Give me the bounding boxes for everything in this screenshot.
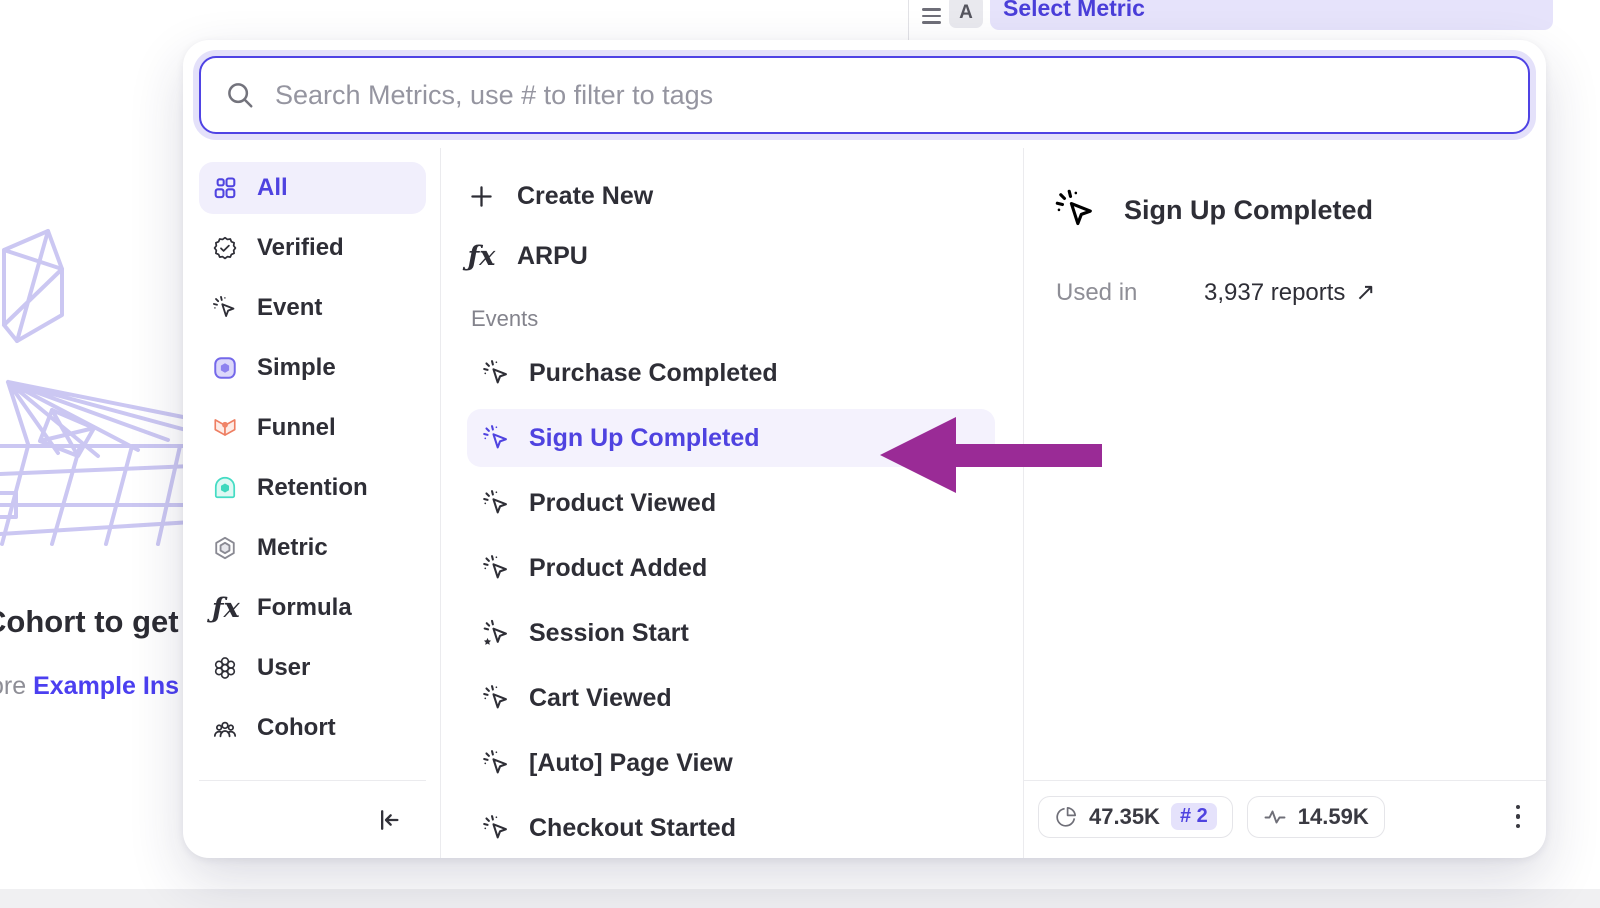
event-item-label: Product Added <box>529 554 707 583</box>
grid-icon <box>212 175 238 201</box>
funnel-icon <box>212 415 238 441</box>
panel-edge-divider <box>908 0 909 40</box>
category-sidebar: All Verified Event Simple Funnel Retenti… <box>183 148 441 858</box>
event-cursor-icon <box>482 814 511 843</box>
search-input[interactable] <box>275 80 1504 111</box>
event-item-auto-page-view[interactable]: [Auto] Page View <box>467 734 995 792</box>
event-item-product-viewed[interactable]: Product Viewed <box>467 474 995 532</box>
event-item-product-added[interactable]: Product Added <box>467 539 995 597</box>
event-item-label: Purchase Completed <box>529 359 778 388</box>
event-item-label: Sign Up Completed <box>529 424 760 453</box>
event-item-checkout-started[interactable]: Checkout Started <box>467 799 995 857</box>
sidebar-item-label: Metric <box>257 534 328 562</box>
sidebar-item-label: Retention <box>257 474 368 502</box>
rank-badge: # 2 <box>1171 803 1217 830</box>
event-item-label: Cart Viewed <box>529 684 672 713</box>
sidebar-item-label: Formula <box>257 594 352 622</box>
drag-handle-icon[interactable] <box>922 8 941 28</box>
event-item-sign-up-completed[interactable]: Sign Up Completed <box>467 409 995 467</box>
user-cluster-icon <box>212 655 238 681</box>
search-icon <box>225 80 255 110</box>
bottom-strip <box>0 889 1600 908</box>
sidebar-footer <box>199 780 426 858</box>
event-item-label: Product Viewed <box>529 489 716 518</box>
sidebar-item-metric[interactable]: Metric <box>199 522 426 574</box>
event-cursor-icon <box>482 684 511 713</box>
simple-icon <box>212 355 238 381</box>
event-item-label: Session Start <box>529 619 689 648</box>
sidebar-item-label: User <box>257 654 310 682</box>
event-cursor-icon <box>482 359 511 388</box>
decorative-wireframe <box>0 222 192 552</box>
pulse-icon <box>1263 805 1287 829</box>
create-new-button[interactable]: Create New <box>467 170 995 222</box>
activity-count-value: 14.59K <box>1298 804 1369 830</box>
used-in-row: Used in 3,937 reports ↗ <box>1024 232 1546 307</box>
event-cursor-icon <box>482 554 511 583</box>
reports-count: 3,937 reports <box>1204 279 1345 307</box>
total-count-pill[interactable]: 47.35K # 2 <box>1038 796 1233 838</box>
metric-picker-modal: All Verified Event Simple Funnel Retenti… <box>183 40 1546 858</box>
metric-detail-panel: Sign Up Completed Used in 3,937 reports … <box>1023 148 1546 858</box>
external-link-icon: ↗ <box>1355 278 1375 307</box>
used-in-label: Used in <box>1056 279 1204 307</box>
event-item-session-start[interactable]: Session Start <box>467 604 995 662</box>
metric-list: Create New ƒx ARPU Events Purchase Compl… <box>441 148 1023 858</box>
detail-header: Sign Up Completed <box>1024 148 1546 232</box>
detail-title: Sign Up Completed <box>1124 195 1373 226</box>
sidebar-item-label: All <box>257 174 288 202</box>
event-cursor-icon <box>1054 188 1098 232</box>
plus-icon <box>467 182 496 211</box>
create-new-label: Create New <box>517 182 653 211</box>
formula-fx-icon: ƒx <box>467 241 496 272</box>
sidebar-item-all[interactable]: All <box>199 162 426 214</box>
pie-chart-icon <box>1054 805 1078 829</box>
sidebar-item-label: Simple <box>257 354 336 382</box>
backdrop-explore-line: ore Example Ins <box>0 672 179 701</box>
sidebar-item-formula[interactable]: ƒx Formula <box>199 582 426 634</box>
cohort-people-icon <box>212 715 238 741</box>
used-in-reports-link[interactable]: 3,937 reports ↗ <box>1204 278 1376 307</box>
formula-fx-icon: ƒx <box>212 593 238 624</box>
total-count-value: 47.35K <box>1089 804 1160 830</box>
sidebar-item-user[interactable]: User <box>199 642 426 694</box>
events-section-header: Events <box>471 306 995 332</box>
select-metric-button[interactable]: Select Metric <box>990 0 1553 30</box>
activity-count-pill[interactable]: 14.59K <box>1247 796 1385 838</box>
event-item-label: [Auto] Page View <box>529 749 733 778</box>
sidebar-item-retention[interactable]: Retention <box>199 462 426 514</box>
example-insights-link[interactable]: Example Ins <box>33 672 179 700</box>
sidebar-item-event[interactable]: Event <box>199 282 426 334</box>
sidebar-item-label: Event <box>257 294 322 322</box>
sidebar-item-label: Verified <box>257 234 344 262</box>
sidebar-item-verified[interactable]: Verified <box>199 222 426 274</box>
series-a-badge: A <box>949 0 983 28</box>
sidebar-item-label: Funnel <box>257 414 336 442</box>
event-cursor-icon <box>482 749 511 778</box>
sidebar-item-cohort[interactable]: Cohort <box>199 702 426 754</box>
more-options-kebab-icon[interactable] <box>1510 799 1527 835</box>
sidebar-item-funnel[interactable]: Funnel <box>199 402 426 454</box>
event-cursor-icon <box>482 424 511 453</box>
event-item-label: Checkout Started <box>529 814 736 843</box>
retention-icon <box>212 475 238 501</box>
event-item-cart-viewed[interactable]: Cart Viewed <box>467 669 995 727</box>
sidebar-item-label: Cohort <box>257 714 336 742</box>
event-item-purchase-completed[interactable]: Purchase Completed <box>467 344 995 402</box>
sidebar-item-simple[interactable]: Simple <box>199 342 426 394</box>
metric-item-arpu[interactable]: ƒx ARPU <box>467 230 995 282</box>
verified-badge-icon <box>212 235 238 261</box>
search-bar[interactable] <box>199 56 1530 134</box>
backdrop-heading-partial: Cohort to get s <box>0 604 204 640</box>
select-metric-label: Select Metric <box>1003 0 1145 22</box>
metric-item-label: ARPU <box>517 242 588 271</box>
event-cursor-star-icon <box>482 619 511 648</box>
detail-footer: 47.35K # 2 14.59K <box>1024 780 1546 858</box>
event-cursor-icon <box>482 489 511 518</box>
explore-prefix-text: ore <box>0 672 33 700</box>
metric-hexagon-icon <box>212 535 238 561</box>
collapse-left-icon[interactable] <box>374 806 402 834</box>
event-cursor-icon <box>212 295 238 321</box>
